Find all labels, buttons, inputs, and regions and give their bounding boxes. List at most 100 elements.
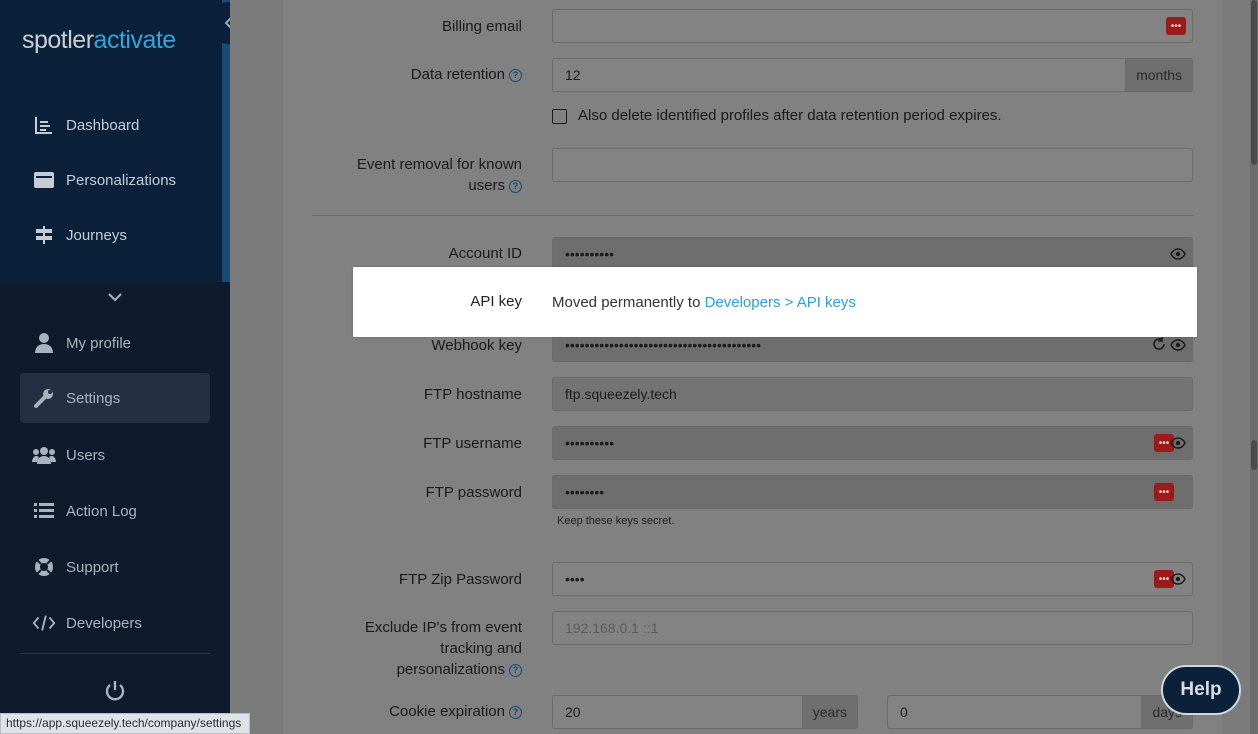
eye-icon[interactable] [1170, 246, 1186, 262]
sidebar-item-label: Settings [66, 389, 121, 407]
data-retention-label-text: Data retention [410, 66, 505, 83]
sidebar-item-label: Personalizations [66, 171, 177, 189]
logo-part2: activate [93, 26, 177, 54]
api-key-highlight: API key Moved permanently to Developers … [353, 267, 1197, 337]
scrollbar-thumb[interactable] [1251, 0, 1257, 165]
dashboard-icon [32, 113, 56, 137]
status-url: https://app.squeezely.tech/company/setti… [0, 713, 250, 734]
exclude-ips-label: Exclude IP's from event tracking and perso… [302, 617, 522, 680]
keys-secret-note: Keep these keys secret. [557, 515, 675, 527]
cookie-years-field[interactable]: 20 years [552, 695, 858, 729]
sidebar-item-action-log[interactable]: Action Log [20, 486, 210, 536]
sidebar-divider [20, 653, 210, 654]
power-icon[interactable] [100, 676, 130, 706]
billing-email-field[interactable]: ••• [552, 9, 1193, 43]
question-icon[interactable]: ? [509, 179, 522, 193]
data-retention-value: 12 [565, 67, 581, 83]
delete-profiles-checkbox[interactable] [552, 109, 567, 124]
sidebar-item-label: Users [66, 446, 106, 464]
main-scrollbar[interactable] [1250, 0, 1258, 734]
event-removal-field[interactable] [552, 148, 1193, 182]
lifebuoy-icon [32, 555, 56, 579]
eye-icon[interactable] [1170, 435, 1186, 451]
exclude-ips-field[interactable]: 192.168.0.1 ::1 [552, 611, 1193, 645]
cookie-days-field[interactable]: 0 days [887, 695, 1193, 729]
webhook-key-value: •••••••••••••••••••••••••••••••••••••••• [565, 337, 762, 353]
question-icon[interactable]: ? [509, 663, 522, 677]
ftp-zip-password-value: •••• [565, 571, 585, 587]
data-retention-field[interactable]: 12 months [552, 58, 1193, 92]
ftp-username-label: FTP username [423, 435, 522, 452]
webhook-key-label: Webhook key [431, 337, 522, 354]
event-removal-label: Event removal for known users? [302, 154, 522, 196]
months-addon: months [1125, 58, 1193, 92]
logo[interactable]: spotleractivate [22, 26, 176, 55]
section-divider [312, 215, 1194, 216]
password-manager-icon[interactable]: ••• [1166, 17, 1186, 35]
ftp-hostname-field[interactable]: ftp.squeezely.tech [552, 377, 1193, 411]
exclude-ips-label-line1: Exclude IP's from event [364, 619, 522, 636]
sidebar-item-personalizations[interactable]: Personalizations [20, 155, 210, 205]
account-id-label: Account ID [448, 245, 522, 262]
journeys-icon [32, 223, 56, 247]
ftp-zip-password-label: FTP Zip Password [398, 571, 522, 588]
list-icon [32, 499, 56, 523]
account-id-value: •••••••••• [565, 246, 615, 262]
developers-api-keys-link[interactable]: Developers > API keys [705, 294, 856, 311]
ftp-password-field[interactable]: •••••••• ••• [552, 475, 1193, 509]
sidebar-item-label: Support [66, 558, 119, 576]
ftp-hostname-label: FTP hostname [423, 386, 522, 403]
ftp-hostname-value: ftp.squeezely.tech [565, 386, 677, 402]
cookie-expiration-label-text: Cookie expiration [389, 703, 505, 720]
years-addon: years [801, 695, 858, 729]
eye-icon[interactable] [1170, 571, 1186, 587]
ftp-zip-password-field[interactable]: •••• ••• [552, 562, 1193, 596]
api-key-moved-text: Moved permanently to [552, 294, 705, 311]
ftp-username-value: •••••••••• [565, 435, 615, 451]
event-removal-label-line1: Event removal for known [356, 156, 522, 173]
account-id-field[interactable]: •••••••••• [552, 237, 1193, 271]
password-manager-icon[interactable]: ••• [1154, 483, 1174, 501]
logo-part1: spotler [22, 26, 94, 54]
sidebar-item-support[interactable]: Support [20, 542, 210, 592]
scrollbar-thumb-secondary[interactable] [1251, 440, 1257, 470]
api-key-text: Moved permanently to Developers > API ke… [552, 294, 856, 311]
users-icon [32, 443, 56, 467]
cookie-expiration-label: Cookie expiration? [302, 701, 522, 722]
wrench-icon [32, 386, 56, 410]
cookie-years-value: 20 [565, 704, 581, 720]
user-icon [32, 331, 56, 355]
ftp-password-label: FTP password [425, 484, 522, 501]
sidebar-item-my-profile[interactable]: My profile [20, 318, 210, 368]
ftp-username-field[interactable]: •••••••••• ••• [552, 426, 1193, 460]
sidebar: spotleractivate Dashboard Personalizatio… [0, 0, 230, 734]
event-removal-label-line2: users [468, 177, 505, 194]
question-icon[interactable]: ? [509, 705, 522, 719]
chevron-down-icon[interactable] [98, 280, 132, 314]
question-icon[interactable]: ? [509, 68, 522, 82]
sidebar-item-label: Journeys [66, 226, 127, 244]
exclude-ips-placeholder: 192.168.0.1 ::1 [565, 620, 659, 636]
cookie-days-value: 0 [900, 704, 908, 720]
sidebar-item-label: My profile [66, 334, 132, 352]
main-content: Billing email ••• Data retention? 12 mon… [230, 0, 1258, 734]
billing-email-label: Billing email [441, 18, 522, 35]
ftp-password-value: •••••••• [565, 484, 605, 500]
sidebar-item-label: Developers [66, 614, 142, 632]
refresh-icon[interactable] [1152, 337, 1166, 351]
personalizations-icon [32, 168, 56, 192]
sidebar-item-label: Dashboard [66, 116, 140, 134]
sidebar-item-label: Action Log [66, 502, 137, 520]
code-icon [32, 611, 56, 635]
sidebar-item-dashboard[interactable]: Dashboard [20, 100, 210, 150]
sidebar-item-settings[interactable]: Settings [20, 373, 210, 423]
delete-profiles-label: Also delete identified profiles after da… [578, 107, 1002, 124]
sidebar-item-developers[interactable]: Developers [20, 598, 210, 648]
sidebar-item-users[interactable]: Users [20, 430, 210, 480]
exclude-ips-label-line2: tracking and [440, 640, 522, 657]
exclude-ips-label-line3: personalizations [396, 661, 505, 678]
eye-icon[interactable] [1170, 337, 1186, 353]
sidebar-item-journeys[interactable]: Journeys [20, 210, 210, 260]
help-button[interactable]: Help [1161, 665, 1241, 715]
api-key-label: API key [470, 293, 522, 310]
